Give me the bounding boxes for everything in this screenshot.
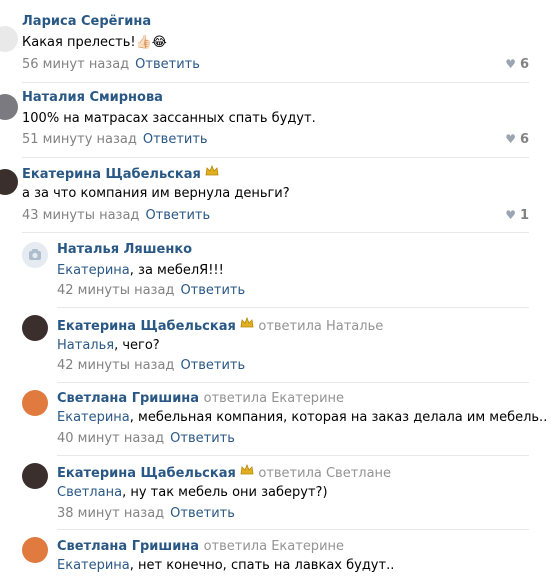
reply-meta: 42 минуты назад Ответить — [57, 358, 245, 373]
reply-button[interactable]: Ответить — [180, 358, 245, 373]
avatar[interactable] — [22, 315, 48, 341]
reply-body: , чего? — [114, 338, 160, 353]
reply-author[interactable]: Екатерина Щабельская ответила Наталье — [57, 316, 383, 334]
avatar[interactable] — [22, 242, 48, 268]
reply-comment: Светлана Гришина ответила Екатерине Екат… — [0, 529, 551, 582]
reply-text: Екатерина, мебельная компания, которая н… — [57, 410, 547, 425]
reply-button[interactable]: Ответить — [145, 208, 210, 223]
crown-icon — [240, 463, 254, 480]
reply-meta: 40 минут назад Ответить — [57, 431, 235, 446]
reply-author[interactable]: Екатерина Щабельская ответила Светлане — [57, 463, 391, 481]
reply-button[interactable]: Ответить — [170, 506, 235, 521]
reply-comment: Наталья Ляшенко Екатерина, за мебелЯ!!! … — [0, 232, 551, 307]
mention-link[interactable]: Светлана — [57, 485, 122, 500]
mention-link[interactable]: Наталья — [57, 338, 114, 353]
reply-body: , ну так мебель они заберут?) — [122, 485, 328, 500]
like-button[interactable]: ♥ 1 — [505, 208, 529, 223]
comment: Наталия Смирнова 100% на матрасах зассан… — [0, 82, 551, 158]
reply-body: , нет конечно, спать на лавках будут.. — [129, 558, 395, 573]
reply-comment: Светлана Гришина ответила Екатерине Екат… — [0, 382, 551, 455]
avatar[interactable] — [22, 390, 48, 416]
reply-to-label[interactable]: ответила Екатерине — [204, 539, 344, 554]
reply-author[interactable]: Светлана Гришина ответила Екатерине — [57, 539, 344, 554]
camera-icon — [29, 249, 41, 260]
reply-body: , за мебелЯ!!! — [129, 263, 224, 278]
reply-time[interactable]: 42 минуты назад — [57, 283, 174, 298]
reply-time[interactable]: 42 минуты назад — [57, 358, 174, 373]
comment-text: 100% на матрасах зассанных спать будут. — [22, 111, 316, 126]
comment: Екатерина Щабельская а за что компания и… — [0, 157, 551, 232]
author-name[interactable]: Екатерина Щабельская — [57, 466, 236, 481]
avatar[interactable] — [0, 26, 18, 52]
reply-author[interactable]: Наталья Ляшенко — [57, 242, 192, 257]
reply-time[interactable]: 40 минут назад — [57, 431, 164, 446]
reply-to-label[interactable]: ответила Екатерине — [204, 391, 344, 406]
comment-meta: 56 минут назад Ответить — [22, 57, 200, 72]
reply-meta: 42 минуты назад Ответить — [57, 283, 245, 298]
reply-button[interactable]: Ответить — [143, 132, 208, 147]
avatar[interactable] — [0, 94, 18, 120]
crown-icon — [240, 316, 254, 333]
reply-button[interactable]: Ответить — [135, 57, 200, 72]
author-name[interactable]: Екатерина Щабельская — [22, 167, 201, 182]
comment-text: а за что компания им вернула деньги? — [22, 186, 290, 201]
avatar[interactable] — [22, 463, 48, 489]
reply-text: Екатерина, за мебелЯ!!! — [57, 263, 224, 278]
mention-link[interactable]: Екатерина — [57, 558, 130, 573]
mention-link[interactable]: Екатерина — [57, 410, 130, 425]
mention-link[interactable]: Екатерина — [57, 263, 130, 278]
comment-meta: 43 минуты назад Ответить — [22, 208, 210, 223]
reply-text: Наталья, чего? — [57, 338, 160, 353]
reply-text: Светлана, ну так мебель они заберут?) — [57, 485, 328, 500]
reply-button[interactable]: Ответить — [180, 283, 245, 298]
comment-author[interactable]: Наталия Смирнова — [22, 90, 163, 105]
comment-time[interactable]: 56 минут назад — [22, 57, 129, 72]
avatar[interactable] — [22, 537, 48, 563]
heart-icon: ♥ — [505, 57, 516, 71]
heart-icon: ♥ — [505, 132, 516, 146]
comment: Лариса Серёгина Какая прелесть!👍🏻😂 56 ми… — [0, 0, 551, 82]
crown-icon — [205, 164, 219, 181]
heart-icon: ♥ — [505, 208, 516, 222]
like-count: 6 — [519, 132, 529, 147]
reply-meta: 38 минут назад Ответить — [57, 506, 235, 521]
reply-text: Екатерина, нет конечно, спать на лавках … — [57, 558, 394, 573]
reply-button[interactable]: Ответить — [170, 431, 235, 446]
like-count: 6 — [519, 57, 529, 72]
reply-to-label[interactable]: ответила Наталье — [258, 319, 383, 334]
reply-time[interactable]: 38 минут назад — [57, 506, 164, 521]
author-name[interactable]: Светлана Гришина — [57, 539, 199, 554]
author-name[interactable]: Екатерина Щабельская — [57, 319, 236, 334]
author-name[interactable]: Светлана Гришина — [57, 391, 199, 406]
comment-author[interactable]: Екатерина Щабельская — [22, 164, 219, 182]
comment-time[interactable]: 43 минуты назад — [22, 208, 139, 223]
reply-author[interactable]: Светлана Гришина ответила Екатерине — [57, 391, 344, 406]
comment-time[interactable]: 51 минуту назад — [22, 132, 137, 147]
reply-comment: Екатерина Щабельская ответила Светлане С… — [0, 455, 551, 529]
avatar[interactable] — [0, 169, 18, 195]
comment-author[interactable]: Лариса Серёгина — [22, 14, 151, 29]
like-button[interactable]: ♥ 6 — [505, 57, 529, 72]
comment-meta: 51 минуту назад Ответить — [22, 132, 208, 147]
like-button[interactable]: ♥ 6 — [505, 132, 529, 147]
comment-text: Какая прелесть!👍🏻😂 — [22, 35, 167, 50]
reply-to-label[interactable]: ответила Светлане — [258, 466, 391, 481]
reply-comment: Екатерина Щабельская ответила Наталье На… — [0, 307, 551, 382]
like-count: 1 — [519, 208, 529, 223]
reply-body: , мебельная компания, которая на заказ д… — [129, 410, 548, 425]
